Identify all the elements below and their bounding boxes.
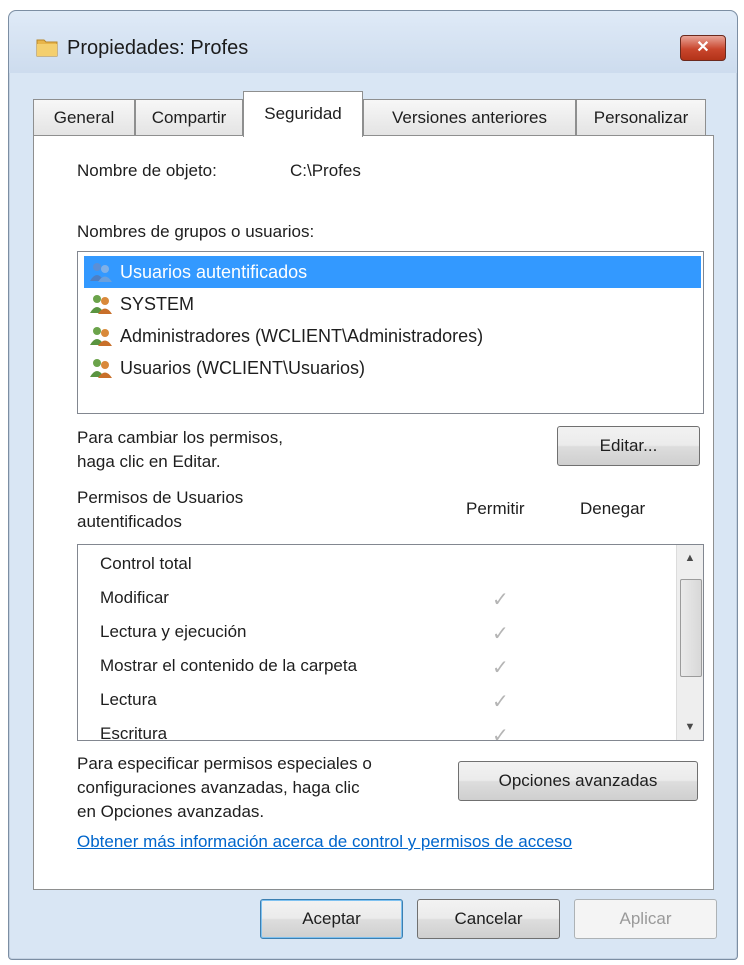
scrollbar-thumb[interactable] [680,579,702,677]
list-item-usuarios[interactable]: Usuarios (WCLIENT\Usuarios) [84,352,701,384]
permission-row-lectura: Lectura [100,685,157,715]
group-name: SYSTEM [120,294,195,314]
permission-row-control-total: Control total [100,549,192,579]
ok-button[interactable]: Aceptar [260,899,403,939]
permission-name: Control total [100,554,192,573]
change-permissions-line2: haga clic en Editar. [77,452,221,471]
groups-listbox[interactable]: Usuarios autentificados SYSTEM Administr… [77,251,704,414]
close-button[interactable]: ✕ [680,35,726,61]
permission-name: Mostrar el contenido de la carpeta [100,656,358,675]
allow-check-icon: ✓ [492,623,509,645]
permission-name: Lectura y ejecución [100,622,247,641]
special-permissions-line1: Para especificar permisos especiales o [77,754,372,773]
list-item-administradores[interactable]: Administradores (WCLIENT\Administradores… [84,320,701,352]
tab-seguridad[interactable]: Seguridad [243,91,363,137]
permissions-list[interactable]: Control total Modificar ✓ Lectura y ejec… [77,544,704,741]
permission-row-mostrar-contenido: Mostrar el contenido de la carpeta [100,651,357,681]
change-permissions-line1: Para cambiar los permisos, [77,428,283,447]
group-name: Usuarios autentificados [120,262,308,282]
deny-column-header: Denegar [580,499,646,518]
tab-compartir[interactable]: Compartir [135,99,243,135]
edit-button[interactable]: Editar... [557,426,700,466]
scroll-down-arrow-icon[interactable]: ▼ [677,714,703,740]
properties-dialog: Propiedades: Profes ✕ General Compartir … [8,10,738,960]
permission-row-modificar: Modificar [100,583,169,613]
tab-label: Personalizar [593,108,689,127]
advanced-options-button[interactable]: Opciones avanzadas [458,761,698,801]
apply-button[interactable]: Aplicar [574,899,717,939]
title-bar[interactable]: Propiedades: Profes ✕ [9,11,737,73]
permission-name: Escritura [100,724,168,741]
permissions-info-link[interactable]: Obtener más información acerca de contro… [77,832,572,852]
folder-icon [36,39,58,57]
groups-label: Nombres de grupos o usuarios: [77,222,315,241]
permissions-header-line1: Permisos de Usuarios [77,488,244,507]
permission-row-lectura-ejecucion: Lectura y ejecución [100,617,246,647]
tab-general[interactable]: General [33,99,135,135]
cancel-button[interactable]: Cancelar [417,899,560,939]
users-group-icon [90,359,112,378]
tab-label: Compartir [151,108,227,127]
security-tab-panel: Nombre de objeto: C:\Profes Nombres de g… [33,135,714,890]
permissions-scrollbar[interactable]: ▲ ▼ [676,545,703,740]
group-name: Administradores (WCLIENT\Administradores… [120,326,484,346]
tab-label: Seguridad [264,104,342,123]
users-group-icon [90,263,112,282]
group-name: Usuarios (WCLIENT\Usuarios) [120,358,366,378]
special-permissions-line3: en Opciones avanzadas. [77,802,265,821]
permission-row-escritura: Escritura [100,719,168,741]
special-permissions-line2: configuraciones avanzadas, haga clic [77,778,360,797]
window-title: Propiedades: Profes [67,37,249,59]
tab-personalizar[interactable]: Personalizar [576,99,706,135]
permission-name: Modificar [100,588,169,607]
users-group-icon [90,327,112,346]
allow-check-icon: ✓ [492,589,509,611]
object-name-label: Nombre de objeto: [77,161,217,180]
users-group-icon [90,295,112,314]
allow-check-icon: ✓ [492,657,509,679]
scroll-up-arrow-icon[interactable]: ▲ [677,545,703,571]
allow-check-icon: ✓ [492,725,509,741]
allow-column-header: Permitir [466,499,525,518]
tab-label: Versiones anteriores [392,108,547,127]
permissions-header-line2: autentificados [77,512,182,531]
permission-name: Lectura [100,690,157,709]
close-icon: ✕ [696,39,710,56]
tab-versiones-anteriores[interactable]: Versiones anteriores [363,99,576,135]
allow-check-icon: ✓ [492,691,509,713]
tab-label: General [53,108,115,127]
list-item-system[interactable]: SYSTEM [84,288,701,320]
object-name-value: C:\Profes [290,161,361,180]
list-item-usuarios-autentificados[interactable]: Usuarios autentificados [84,256,701,288]
